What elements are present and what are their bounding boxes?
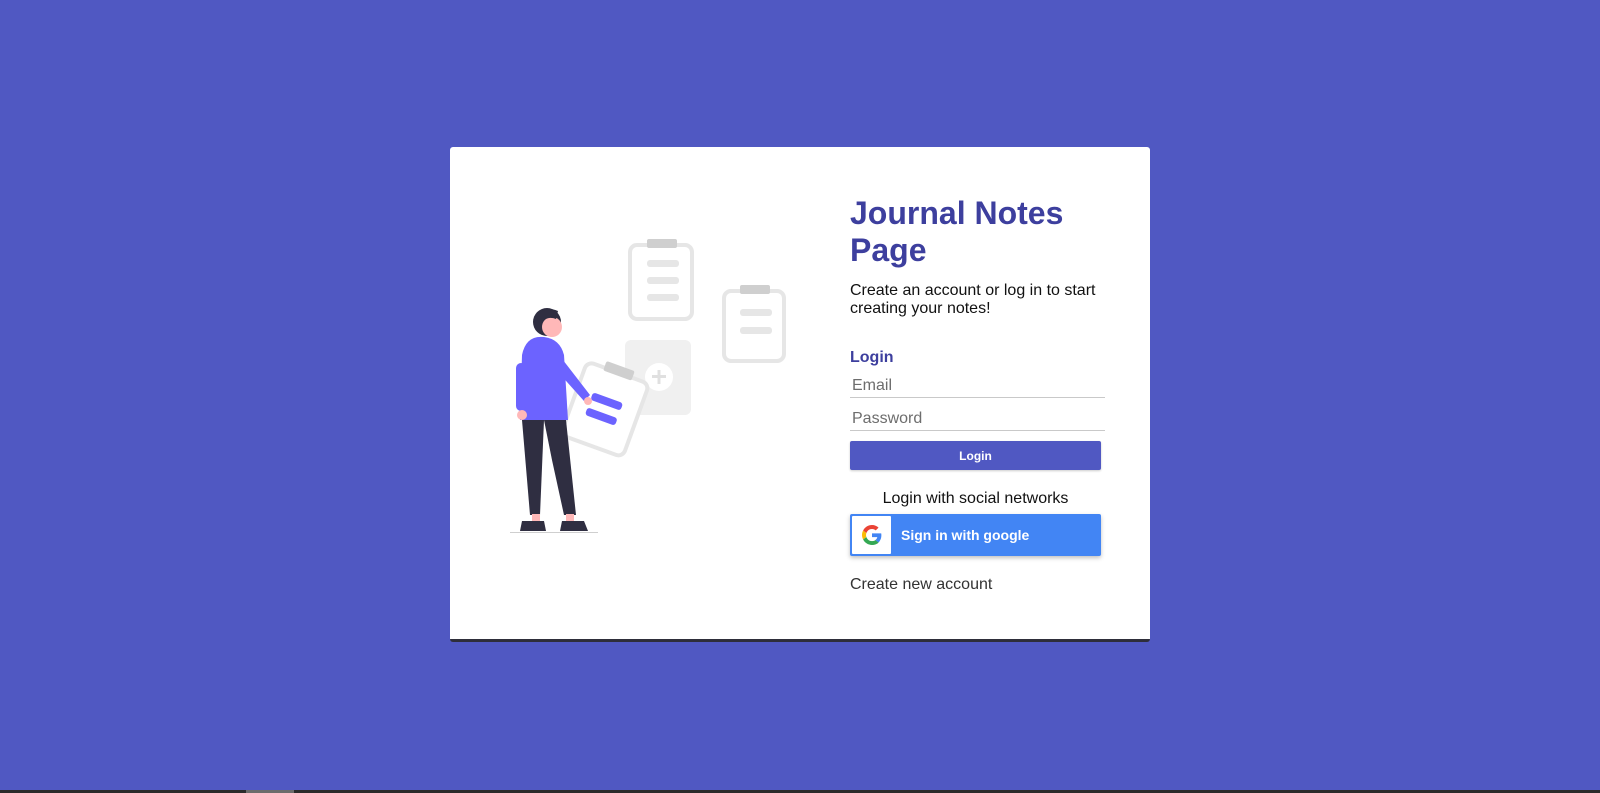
clipboard-icon (722, 285, 786, 363)
email-field[interactable] (850, 374, 1105, 398)
auth-form-column: Journal Notes Page Create an account or … (850, 195, 1110, 594)
person-with-notes-illustration (510, 239, 786, 533)
google-g-icon (852, 516, 891, 554)
create-account-link[interactable]: Create new account (850, 576, 992, 594)
page-subtitle: Create an account or log in to start cre… (850, 282, 1096, 317)
page-title: Journal Notes Page (850, 195, 1064, 268)
auth-card: Journal Notes Page Create an account or … (450, 147, 1150, 642)
password-field[interactable] (850, 407, 1105, 431)
login-section-title: Login (850, 349, 894, 366)
google-sign-in-label: Sign in with google (901, 527, 1030, 543)
google-sign-in-button[interactable]: Sign in with google (850, 514, 1101, 556)
login-button[interactable]: Login (850, 441, 1101, 470)
social-login-label: Login with social networks (882, 490, 1069, 507)
clipboard-icon (628, 239, 694, 321)
login-page: Journal Notes Page Create an account or … (0, 0, 1600, 793)
